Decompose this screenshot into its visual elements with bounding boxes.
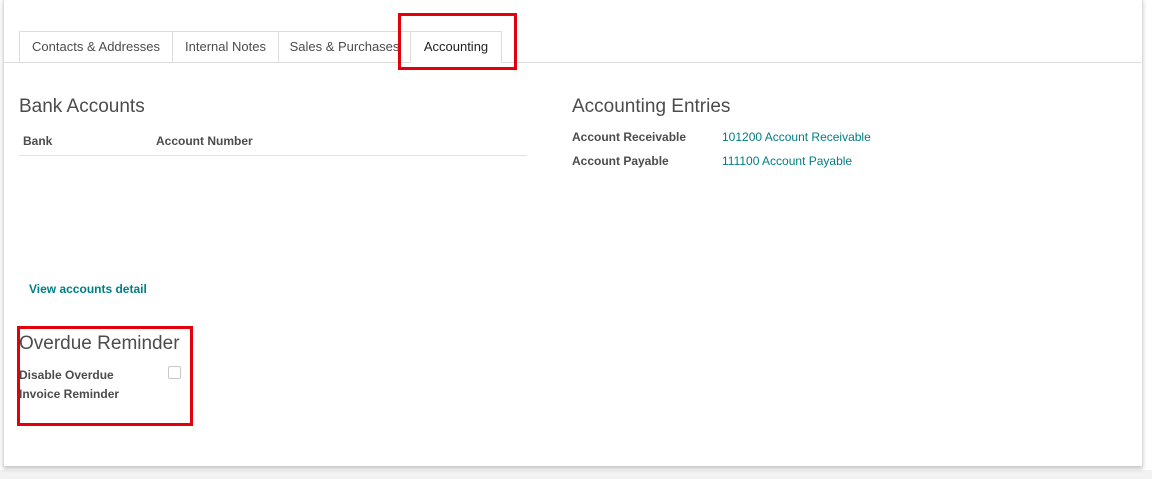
account-receivable-value[interactable]: 101200 Account Receivable [722,130,871,144]
overdue-reminder-title: Overdue Reminder [19,333,180,354]
tab-contacts-addresses[interactable]: Contacts & Addresses [19,31,173,62]
column-header-bank[interactable]: Bank [23,134,52,148]
account-payable-value[interactable]: 111100 Account Payable [722,154,852,168]
form-sheet [3,0,1143,466]
accounting-entries-title: Accounting Entries [572,96,731,117]
disable-overdue-reminder-checkbox[interactable] [168,366,181,379]
view-accounts-detail-button[interactable]: View accounts detail [29,282,147,296]
tabs-underline [3,62,1141,63]
bank-accounts-title: Bank Accounts [19,96,145,117]
disable-overdue-reminder-label: Disable Overdue Invoice Reminder [19,368,120,401]
tab-internal-notes[interactable]: Internal Notes [172,31,279,62]
tab-sales-purchases[interactable]: Sales & Purchases [278,31,411,62]
account-payable-label: Account Payable [572,154,669,168]
tab-accounting[interactable]: Accounting [410,31,502,63]
table-header-divider [19,155,527,156]
account-receivable-label: Account Receivable [572,130,687,144]
page-background-strip [0,470,1152,479]
column-header-account-number[interactable]: Account Number [156,134,253,148]
